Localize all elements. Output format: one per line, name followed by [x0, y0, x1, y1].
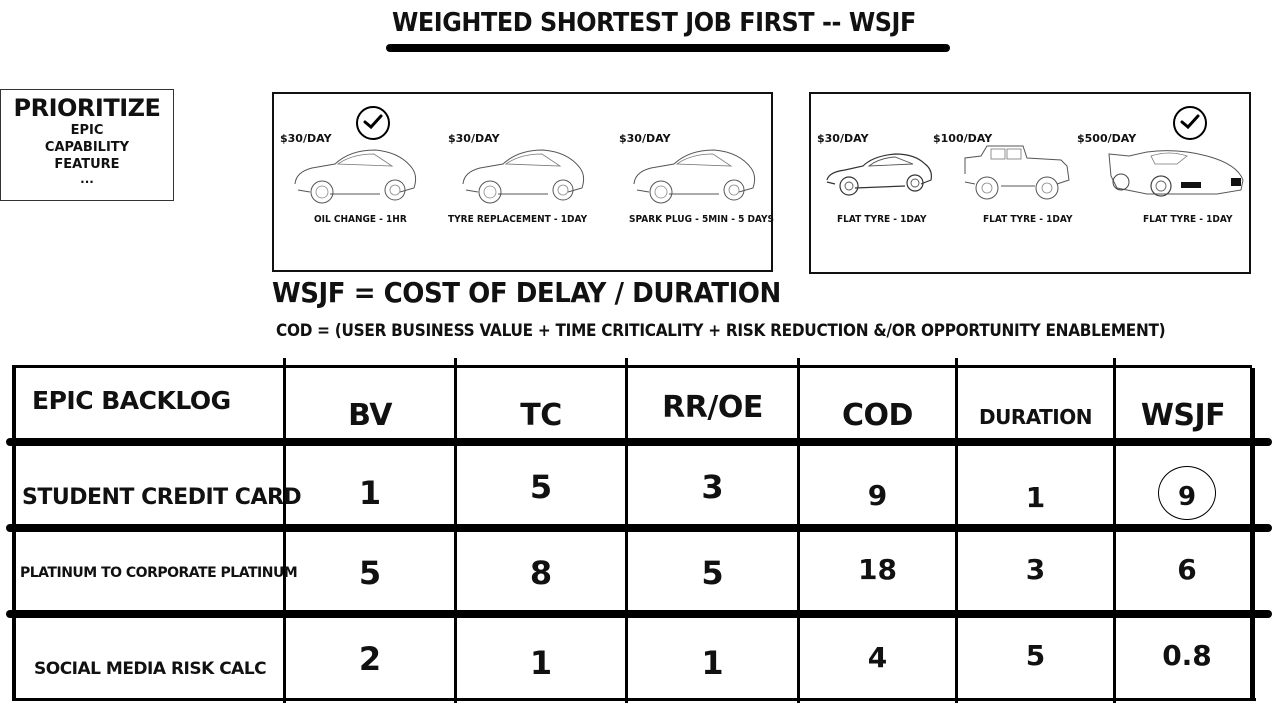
rr-oe-value: 1: [701, 644, 724, 682]
sedan-icon: [462, 149, 585, 204]
epic-name[interactable]: SOCIAL MEDIA RISK CALC: [16, 642, 283, 696]
wsjf-value: 9: [1177, 482, 1197, 512]
header-cod: COD: [842, 397, 913, 433]
scenario-panel-different-cost: $30/DAY FLAT TYRE - 1DAY $100/DAY FLAT T…: [809, 92, 1251, 274]
car-task: FLAT TYRE - 1DAY: [837, 214, 927, 225]
car-price: $500/DAY: [1077, 132, 1137, 145]
table-border: [12, 698, 1256, 701]
epic-name[interactable]: PLATINUM TO CORPORATE PLATINUM: [16, 546, 298, 600]
jeep-icon: [964, 145, 1070, 200]
title-underline: [386, 44, 950, 52]
car-task: FLAT TYRE - 1DAY: [1143, 214, 1233, 225]
duration-value: 5: [1025, 638, 1046, 672]
rr-oe-value: 3: [701, 468, 724, 506]
car-card: $500/DAY FLAT TYRE - 1DAY: [1077, 94, 1247, 244]
duration-value: 1: [1025, 480, 1046, 514]
cod-value: 4: [867, 640, 888, 674]
sports-car-icon: [1108, 150, 1244, 197]
car-card: $30/DAY SPARK PLUG - 5MIN - 5 DAYS: [619, 94, 789, 244]
wsjf-value: 0.8: [1162, 638, 1212, 672]
bv-value: 2: [358, 640, 382, 678]
tc-value: 1: [529, 644, 553, 682]
wsjf-value: 6: [1177, 552, 1197, 586]
tc-value: 8: [529, 554, 553, 592]
sedan-icon: [633, 149, 756, 204]
checkmark-icon: [1173, 106, 1207, 140]
header-epic-backlog: EPIC BACKLOG: [32, 386, 231, 415]
sedan-icon: [826, 153, 932, 196]
car-task: FLAT TYRE - 1DAY: [983, 214, 1073, 225]
cod-value: 18: [858, 552, 897, 586]
page-title: WEIGHTED SHORTEST JOB FIRST -- WSJF: [392, 8, 916, 38]
car-card: $30/DAY OIL CHANGE - 1HR: [280, 94, 450, 244]
car-task: SPARK PLUG - 5MIN - 5 DAYS: [629, 214, 775, 225]
highlight-circle: 9: [1158, 466, 1216, 520]
bv-value: 5: [358, 554, 382, 592]
header-bv: BV: [348, 397, 392, 433]
prioritize-item: EPIC: [70, 123, 104, 138]
prioritize-heading: PRIORITIZE: [13, 94, 161, 122]
header-rr-oe: RR/OE: [662, 389, 763, 425]
rr-oe-value: 5: [701, 554, 724, 592]
epic-name[interactable]: STUDENT CREDIT CARD: [16, 470, 302, 524]
cod-value: 9: [867, 478, 888, 512]
row-divider: [6, 524, 1272, 532]
sedan-icon: [294, 149, 417, 204]
header-wsjf: WSJF: [1140, 397, 1226, 433]
prioritize-item: CAPABILITY: [44, 140, 130, 155]
cod-formula: COD = (USER BUSINESS VALUE + TIME CRITIC…: [276, 321, 1166, 341]
wsjf-formula: WSJF = COST OF DELAY / DURATION: [272, 276, 781, 309]
duration-value: 3: [1025, 552, 1046, 586]
prioritize-item: FEATURE: [54, 157, 120, 172]
wsjf-value-cell: 9: [1116, 462, 1258, 524]
car-card: $30/DAY TYRE REPLACEMENT - 1DAY: [448, 94, 618, 244]
scenario-panel-same-cost: $30/DAY OIL CHANGE - 1HR $30/DAY TYRE RE…: [272, 92, 774, 272]
prioritize-item: ...: [80, 172, 94, 186]
header-duration: DURATION: [979, 405, 1093, 429]
prioritize-box: PRIORITIZE EPIC CAPABILITY FEATURE ...: [0, 89, 174, 201]
bv-value: 1: [358, 474, 382, 512]
header-tc: TC: [520, 397, 562, 433]
checkmark-icon: [356, 106, 390, 140]
car-price: $30/DAY: [817, 132, 869, 145]
car-task: TYRE REPLACEMENT - 1DAY: [448, 214, 588, 225]
row-divider: [6, 610, 1272, 618]
car-task: OIL CHANGE - 1HR: [314, 214, 407, 225]
tc-value: 5: [529, 468, 553, 506]
table-border: [12, 365, 1252, 368]
